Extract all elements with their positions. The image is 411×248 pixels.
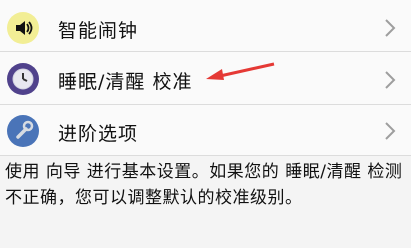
menu-item-sleep-calibration[interactable]: 睡眠/清醒 校准 [0,52,411,105]
settings-screen: 智能闹钟 睡眠/清醒 校准 进阶选项 使用 向导 进行基本设置。如果您的 睡眠/… [0,0,411,248]
clock-icon [7,63,39,95]
description-text: 使用 向导 进行基本设置。如果您的 睡眠/清醒 检测不正确，您可以调整默认的校准… [5,162,403,208]
speaker-icon [7,12,39,44]
chevron-right-icon [382,16,398,40]
chevron-right-icon [382,119,398,143]
menu-item-smart-alarm[interactable]: 智能闹钟 [0,0,411,52]
wrench-icon [7,115,39,147]
menu-item-advanced-options[interactable]: 进阶选项 [0,105,411,156]
menu-item-label: 进阶选项 [58,123,139,145]
menu-item-label: 智能闹钟 [58,20,139,42]
menu-item-label: 睡眠/清醒 校准 [58,71,193,93]
chevron-right-icon [382,68,398,92]
